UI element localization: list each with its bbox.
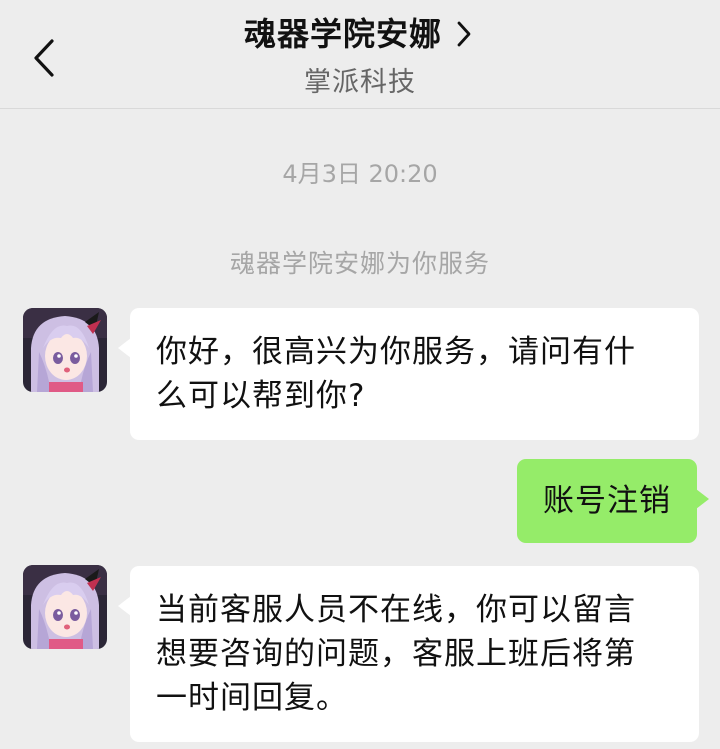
message-timestamp: 4月3日 20:20: [282, 160, 438, 188]
avatar-image: [23, 308, 107, 392]
message-text: 账号注销: [543, 483, 671, 519]
message-text: 当前客服人员不在线，你可以留言 想要咨询的问题，客服上班后将第 一时间回复。: [156, 592, 636, 716]
chat-screen: 魂器学院安娜 掌派科技 4月3日 20:20 魂器学院安娜为你服务 你好，很高兴…: [0, 0, 720, 749]
chat-header: 魂器学院安娜 掌派科技: [0, 0, 720, 109]
chat-title: 魂器学院安娜: [243, 15, 442, 53]
agent-avatar[interactable]: [23, 565, 107, 649]
incoming-message-bubble[interactable]: 当前客服人员不在线，你可以留言 想要咨询的问题，客服上班后将第 一时间回复。: [118, 566, 699, 742]
agent-avatar[interactable]: [23, 308, 107, 392]
system-message: 魂器学院安娜为你服务: [229, 249, 490, 278]
chevron-right-icon: [456, 19, 476, 49]
outgoing-message-bubble[interactable]: 账号注销: [517, 459, 709, 543]
chat-subtitle: 掌派科技: [304, 67, 416, 98]
message-text: 你好，很高兴为你服务，请问有什 么可以帮到你?: [156, 334, 636, 414]
incoming-message-bubble[interactable]: 你好，很高兴为你服务，请问有什 么可以帮到你?: [118, 308, 699, 440]
chat-title-button[interactable]: 魂器学院安娜: [0, 12, 720, 56]
avatar-image: [23, 565, 107, 649]
